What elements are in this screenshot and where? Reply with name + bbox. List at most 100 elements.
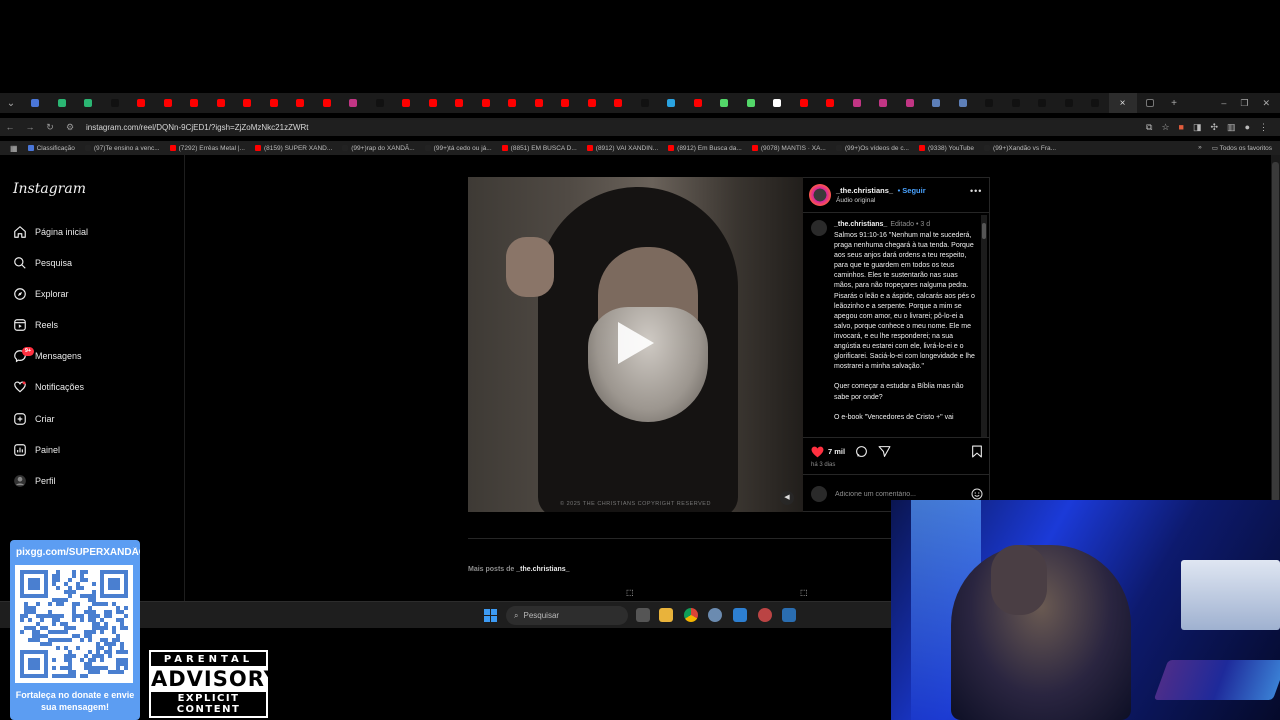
bookmark-item[interactable]: (99+)Xandão vs Fra... — [984, 145, 1056, 152]
like-count[interactable]: 7 mil — [828, 447, 845, 456]
active-tab-close-button[interactable]: × — [1108, 93, 1137, 113]
browser-tab[interactable] — [764, 93, 791, 113]
close-icon[interactable]: ✕ — [1262, 98, 1270, 109]
menu-dots-icon[interactable]: ⋮ — [1259, 122, 1268, 133]
emoji-icon[interactable] — [971, 488, 983, 500]
more-options-icon[interactable]: ••• — [970, 186, 982, 196]
page-scroll-thumb[interactable] — [1272, 162, 1279, 502]
bookmark-item[interactable]: (9338) YouTube — [919, 145, 974, 152]
nav-item-perfil[interactable]: Perfil — [12, 471, 56, 491]
instagram-logo[interactable]: Instagram — [13, 181, 86, 197]
settings-gear-icon[interactable] — [708, 608, 722, 622]
task-view-icon[interactable] — [636, 608, 650, 622]
nav-item-reels[interactable]: Reels — [12, 315, 58, 335]
browser-tab[interactable] — [287, 93, 314, 113]
forward-arrow-icon[interactable]: → — [20, 122, 40, 132]
author-avatar[interactable] — [809, 184, 831, 206]
extension-icon[interactable]: ■ — [1179, 122, 1184, 133]
save-bookmark-icon[interactable] — [971, 445, 983, 458]
bookmark-star-icon[interactable]: ☆ — [1161, 122, 1169, 133]
author-username[interactable]: _the.christians_ — [836, 186, 893, 195]
windows-start-icon[interactable] — [484, 609, 497, 622]
bookmark-item[interactable]: (8912) Em Busca da... — [668, 145, 742, 152]
file-explorer-icon[interactable] — [659, 608, 673, 622]
apps-grid-icon[interactable]: ▦ — [10, 144, 18, 153]
steam-icon[interactable] — [782, 608, 796, 622]
tab-search-icon[interactable]: ⌄ — [0, 98, 22, 109]
browser-tab[interactable] — [738, 93, 765, 113]
site-info-icon[interactable]: ⚙ — [60, 122, 80, 133]
browser-tab[interactable] — [923, 93, 950, 113]
more-bookmarks-icon[interactable]: » — [1198, 144, 1202, 152]
browser-tab[interactable] — [791, 93, 818, 113]
bookmark-item[interactable]: (9078) MANTIS · XA... — [751, 145, 826, 152]
bookmark-item[interactable]: (99+)Os vídeos de c... — [835, 145, 909, 152]
like-heart-icon[interactable] — [811, 446, 824, 458]
minimize-icon[interactable]: – — [1221, 98, 1226, 109]
browser-tab[interactable] — [367, 93, 394, 113]
reload-icon[interactable]: ↻ — [40, 122, 60, 133]
all-favorites-folder[interactable]: ▭ Todos os favoritos — [1212, 144, 1272, 152]
browser-tab[interactable] — [605, 93, 632, 113]
comment-icon[interactable] — [855, 445, 868, 458]
browser-tab[interactable] — [685, 93, 712, 113]
nav-item-criar[interactable]: Criar — [12, 409, 55, 429]
browser-tab[interactable] — [1056, 93, 1083, 113]
mute-icon[interactable]: ◀ — [780, 491, 794, 505]
install-app-icon[interactable]: ⧉ — [1146, 122, 1152, 133]
browser-tab[interactable] — [976, 93, 1003, 113]
bookmark-item[interactable]: (99+)tá cedo ou já... — [424, 145, 492, 152]
browser-tab[interactable] — [552, 93, 579, 113]
comment-input[interactable] — [835, 490, 955, 498]
maximize-icon[interactable]: ❐ — [1240, 98, 1248, 109]
browser-tab[interactable] — [950, 93, 977, 113]
follow-button[interactable]: • Seguir — [898, 186, 926, 195]
nav-item-pesquisa[interactable]: Pesquisa — [12, 253, 72, 273]
browser-tab[interactable] — [261, 93, 288, 113]
browser-tab[interactable] — [420, 93, 447, 113]
browser-tab[interactable] — [181, 93, 208, 113]
reel-video[interactable]: © 2025 THE CHRISTIANS COPYRIGHT RESERVED… — [468, 177, 803, 512]
back-arrow-icon[interactable]: ← — [0, 122, 20, 132]
browser-tab[interactable] — [393, 93, 420, 113]
browser-tab[interactable] — [658, 93, 685, 113]
browser-tab[interactable] — [340, 93, 367, 113]
browser-tab[interactable] — [314, 93, 341, 113]
play-icon[interactable] — [618, 322, 654, 364]
browser-tab[interactable] — [234, 93, 261, 113]
browser-tab[interactable] — [128, 93, 155, 113]
browser-tab[interactable] — [102, 93, 129, 113]
browser-tab[interactable] — [49, 93, 76, 113]
browser-tab[interactable] — [1082, 93, 1109, 113]
extensions-puzzle-icon[interactable]: ✣ — [1211, 122, 1219, 133]
browser-tab[interactable] — [75, 93, 102, 113]
browser-tab[interactable] — [1003, 93, 1030, 113]
app-icon[interactable] — [733, 608, 747, 622]
user-avatar[interactable] — [811, 486, 827, 502]
bookmark-item[interactable]: (99+)rap do XANDÃ... — [342, 145, 415, 152]
caption-username[interactable]: _the.christians_ — [834, 221, 887, 228]
bookmark-item[interactable]: (8912) VAI XANDIN... — [586, 145, 658, 152]
share-icon[interactable] — [878, 445, 891, 458]
more-posts-user[interactable]: _the.christians_ — [516, 566, 569, 573]
browser-tab[interactable] — [155, 93, 182, 113]
browser-tab[interactable] — [499, 93, 526, 113]
audio-label[interactable]: Áudio original — [836, 196, 926, 206]
bookmark-item[interactable]: (8851) EM BUSCA D... — [501, 145, 577, 152]
nav-item-explorar[interactable]: Explorar — [12, 284, 69, 304]
browser-tab[interactable] — [446, 93, 473, 113]
browser-tab[interactable] — [1029, 93, 1056, 113]
bookmark-item[interactable]: (7292) Errêas Metal |... — [169, 145, 245, 152]
browser-tab[interactable] — [897, 93, 924, 113]
nav-item-notificações[interactable]: Notificações — [12, 377, 84, 397]
extension-icon[interactable]: ◨ — [1193, 122, 1202, 133]
profile-avatar-icon[interactable]: ● — [1245, 122, 1250, 133]
browser-tab[interactable] — [473, 93, 500, 113]
browser-tab[interactable] — [22, 93, 49, 113]
nav-item-painel[interactable]: Painel — [12, 440, 60, 460]
browser-tab[interactable] — [870, 93, 897, 113]
caption-avatar[interactable] — [811, 220, 827, 236]
browser-tab[interactable] — [632, 93, 659, 113]
app-icon[interactable] — [758, 608, 772, 622]
browser-tab[interactable] — [579, 93, 606, 113]
